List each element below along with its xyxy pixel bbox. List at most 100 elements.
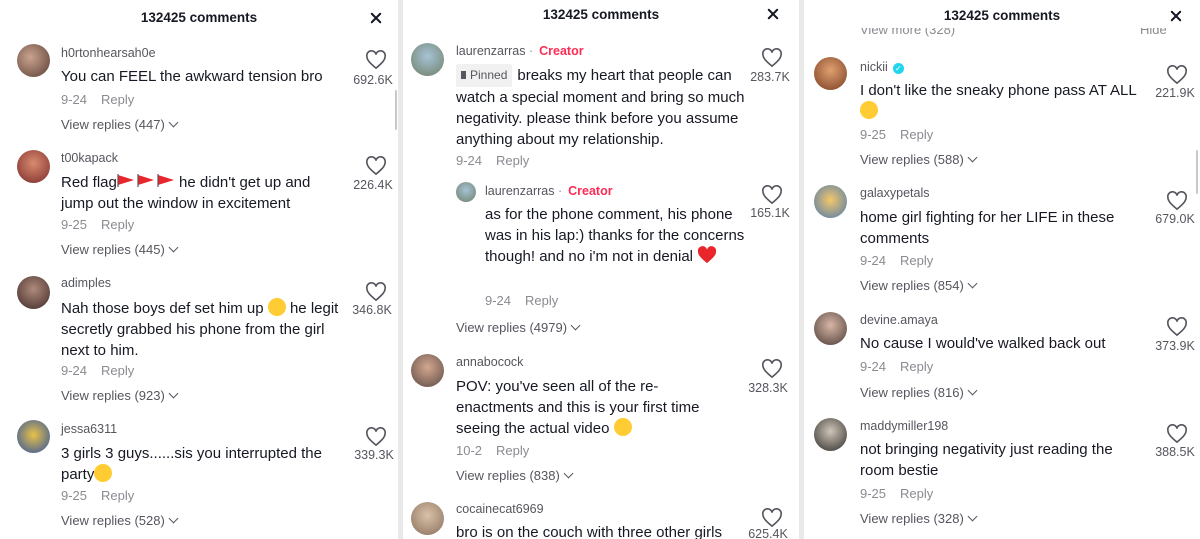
reply-button[interactable]: Reply [101, 92, 134, 107]
comment-username[interactable]: laurenzarras · Creator [485, 184, 613, 198]
close-icon[interactable] [765, 6, 781, 22]
username-text: laurenzarras [456, 44, 526, 58]
reply-button[interactable]: Reply [496, 443, 529, 458]
comment-username[interactable]: galaxypetals [860, 186, 930, 200]
heart-icon[interactable] [761, 508, 783, 528]
like-count: 165.1K [750, 206, 790, 220]
comment-date: 9-25 [61, 488, 88, 503]
comment-username[interactable]: devine.amaya [860, 313, 938, 327]
avatar[interactable] [814, 185, 847, 218]
view-replies-button[interactable]: View replies (328) [860, 511, 978, 526]
comment-date: 9-24 [860, 253, 887, 268]
heart-icon[interactable] [365, 427, 387, 447]
comment-text: Pinned breaks my heart that people can wa… [456, 64, 746, 150]
username-text: laurenzarras [485, 184, 555, 198]
comment-meta: 9-24 Reply [860, 253, 933, 268]
pin-icon [461, 71, 466, 79]
comment-date: 9-25 [61, 217, 88, 232]
comment-date: 9-24 [61, 363, 88, 378]
comment-username[interactable]: maddymiller198 [860, 419, 948, 433]
reply-button[interactable]: Reply [101, 363, 134, 378]
scrollbar[interactable] [1196, 150, 1198, 194]
reply-button[interactable]: Reply [101, 488, 134, 503]
comment-meta: 9-25 Reply [860, 127, 933, 142]
avatar[interactable] [814, 57, 847, 90]
heart-icon[interactable] [1166, 424, 1188, 444]
avatar[interactable] [17, 150, 50, 183]
close-icon[interactable] [1168, 8, 1184, 24]
comment-meta: 9-24 Reply [860, 359, 933, 374]
comments-panel-3: 132425 comments View more (328) Hide nic… [804, 0, 1200, 539]
avatar[interactable] [814, 418, 847, 451]
comment-username[interactable]: adimples [61, 276, 111, 290]
heart-icon[interactable] [761, 359, 783, 379]
view-replies-button[interactable]: View replies (447) [61, 117, 179, 132]
avatar[interactable] [411, 43, 444, 76]
chevron-down-icon [967, 278, 978, 289]
view-replies-button[interactable]: View replies (838) [456, 468, 574, 483]
comment-date: 9-24 [456, 153, 483, 168]
comment-date: 9-24 [61, 92, 88, 107]
like-count: 226.4K [353, 178, 393, 192]
comment-text: Nah those boys def set him up he legit s… [61, 298, 346, 361]
heart-icon[interactable] [761, 185, 783, 205]
like-count: 373.9K [1155, 339, 1195, 353]
heart-icon[interactable] [761, 48, 783, 68]
view-replies-label: View replies (528) [61, 513, 165, 528]
hide-button[interactable]: Hide [1140, 28, 1167, 38]
avatar[interactable] [17, 420, 50, 453]
reply-button[interactable]: Reply [900, 486, 933, 501]
reply-button[interactable]: Reply [900, 127, 933, 142]
comment-username[interactable]: cocainecat6969 [456, 502, 544, 516]
view-replies-button[interactable]: View replies (923) [61, 388, 179, 403]
comment-username[interactable]: jessa6311 [61, 422, 117, 436]
comment-username[interactable]: laurenzarras · Creator [456, 44, 584, 58]
grimacing-emoji-icon [860, 101, 878, 119]
heart-icon[interactable] [1166, 317, 1188, 337]
heart-icon[interactable] [1166, 191, 1188, 211]
close-icon[interactable] [368, 10, 384, 26]
chevron-down-icon [563, 468, 574, 479]
avatar[interactable] [411, 354, 444, 387]
reply-button[interactable]: Reply [101, 217, 134, 232]
view-replies-button[interactable]: View replies (816) [860, 385, 978, 400]
comment-text: 3 girls 3 guys......sis you interrupted … [61, 443, 336, 485]
avatar[interactable] [17, 276, 50, 309]
like-count: 692.6K [353, 73, 393, 87]
avatar[interactable] [17, 44, 50, 77]
chevron-down-icon [967, 511, 978, 522]
reply-button[interactable]: Reply [900, 359, 933, 374]
comment-meta: 9-24 Reply [61, 92, 134, 107]
avatar[interactable] [814, 312, 847, 345]
comment-username[interactable]: t00kapack [61, 151, 118, 165]
comment-text-part: POV: you've seen all of the re-enactment… [456, 378, 700, 437]
pinned-badge: Pinned [456, 64, 513, 87]
view-more-button[interactable]: View more (328) [860, 28, 955, 38]
laughing-emoji-icon [94, 464, 113, 482]
like-count: 221.9K [1155, 86, 1195, 100]
view-replies-button[interactable]: View replies (4979) [456, 320, 581, 335]
comment-username[interactable]: annabocock [456, 355, 523, 369]
avatar[interactable] [456, 182, 476, 202]
view-replies-button[interactable]: View replies (854) [860, 278, 978, 293]
comment-meta: 9-25 Reply [61, 488, 134, 503]
comment-date: 9-25 [860, 486, 887, 501]
reply-button[interactable]: Reply [525, 293, 558, 308]
chevron-down-icon [168, 242, 179, 253]
heart-icon[interactable] [1166, 65, 1188, 85]
like-count: 388.5K [1155, 445, 1195, 459]
view-replies-button[interactable]: View replies (588) [860, 152, 978, 167]
comment-date: 9-25 [860, 127, 887, 142]
comment-username[interactable]: h0rtonhearsah0e [61, 46, 156, 60]
view-replies-button[interactable]: View replies (445) [61, 242, 179, 257]
heart-icon[interactable] [365, 156, 387, 176]
avatar[interactable] [411, 502, 444, 535]
heart-icon[interactable] [365, 50, 387, 70]
heart-icon[interactable] [365, 282, 387, 302]
scrollbar[interactable] [395, 90, 397, 130]
panel-title: 132425 comments [140, 10, 258, 25]
comment-username[interactable]: nickii ✓ [860, 60, 904, 74]
view-replies-button[interactable]: View replies (528) [61, 513, 179, 528]
reply-button[interactable]: Reply [900, 253, 933, 268]
reply-button[interactable]: Reply [496, 153, 529, 168]
